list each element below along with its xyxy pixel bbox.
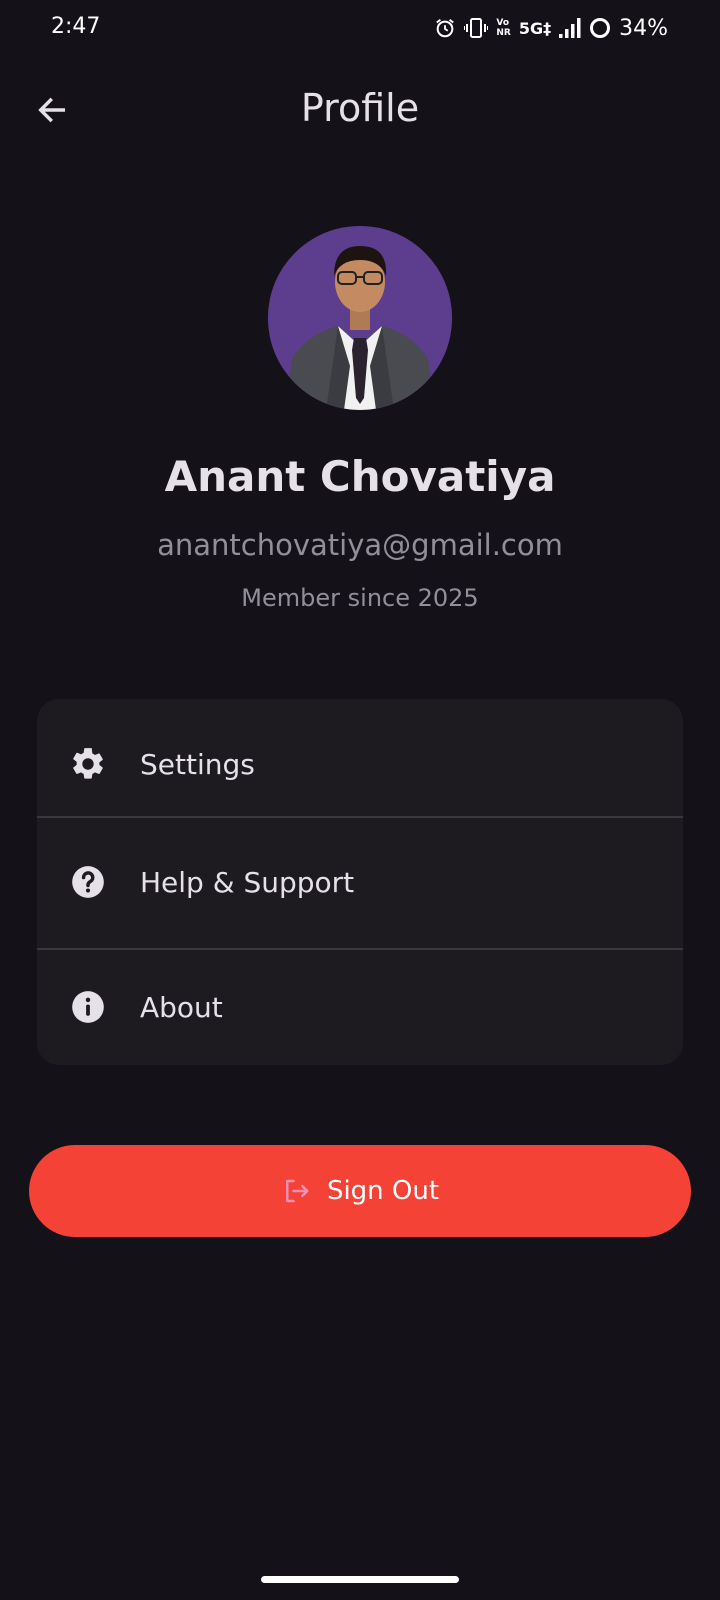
status-bar: 2:47 Vo NR 5G‡ 34% xyxy=(0,0,720,58)
info-icon xyxy=(69,988,107,1026)
sign-out-label: Sign Out xyxy=(326,1176,440,1206)
battery-saver-icon xyxy=(589,17,611,39)
status-time: 2:47 xyxy=(51,14,101,39)
menu-item-about[interactable]: About xyxy=(37,949,683,1065)
avatar xyxy=(268,226,452,410)
logout-icon xyxy=(285,1179,309,1203)
battery-percent: 34% xyxy=(619,15,668,41)
help-circle-icon xyxy=(69,863,107,901)
app-bar: Profile xyxy=(0,68,720,152)
signal-icon xyxy=(559,18,581,38)
menu-card: Settings Help & Support About xyxy=(37,699,683,1065)
menu-item-help-support[interactable]: Help & Support xyxy=(37,817,683,947)
profile-photo xyxy=(268,226,452,410)
user-name: Anant Chovatiya xyxy=(164,452,556,501)
vo-text: Vo xyxy=(496,18,510,28)
menu-item-label: About xyxy=(140,990,223,1024)
member-since: Member since 2025 xyxy=(241,584,479,612)
menu-item-label: Settings xyxy=(140,747,255,781)
gear-icon xyxy=(69,745,107,783)
sign-out-button[interactable]: Sign Out xyxy=(29,1145,691,1237)
vibrate-icon xyxy=(464,17,489,39)
alarm-icon xyxy=(434,17,456,39)
menu-item-settings[interactable]: Settings xyxy=(37,699,683,829)
home-indicator[interactable] xyxy=(261,1576,459,1583)
user-email: anantchovatiya@gmail.com xyxy=(157,528,563,562)
status-icons: Vo NR 5G‡ 34% xyxy=(434,12,668,44)
nr-text: NR xyxy=(496,28,511,38)
vonr-indicator: Vo NR xyxy=(496,18,510,38)
page-title: Profile xyxy=(300,86,420,130)
network-type: 5G‡ xyxy=(518,18,552,38)
menu-item-label: Help & Support xyxy=(140,865,355,899)
